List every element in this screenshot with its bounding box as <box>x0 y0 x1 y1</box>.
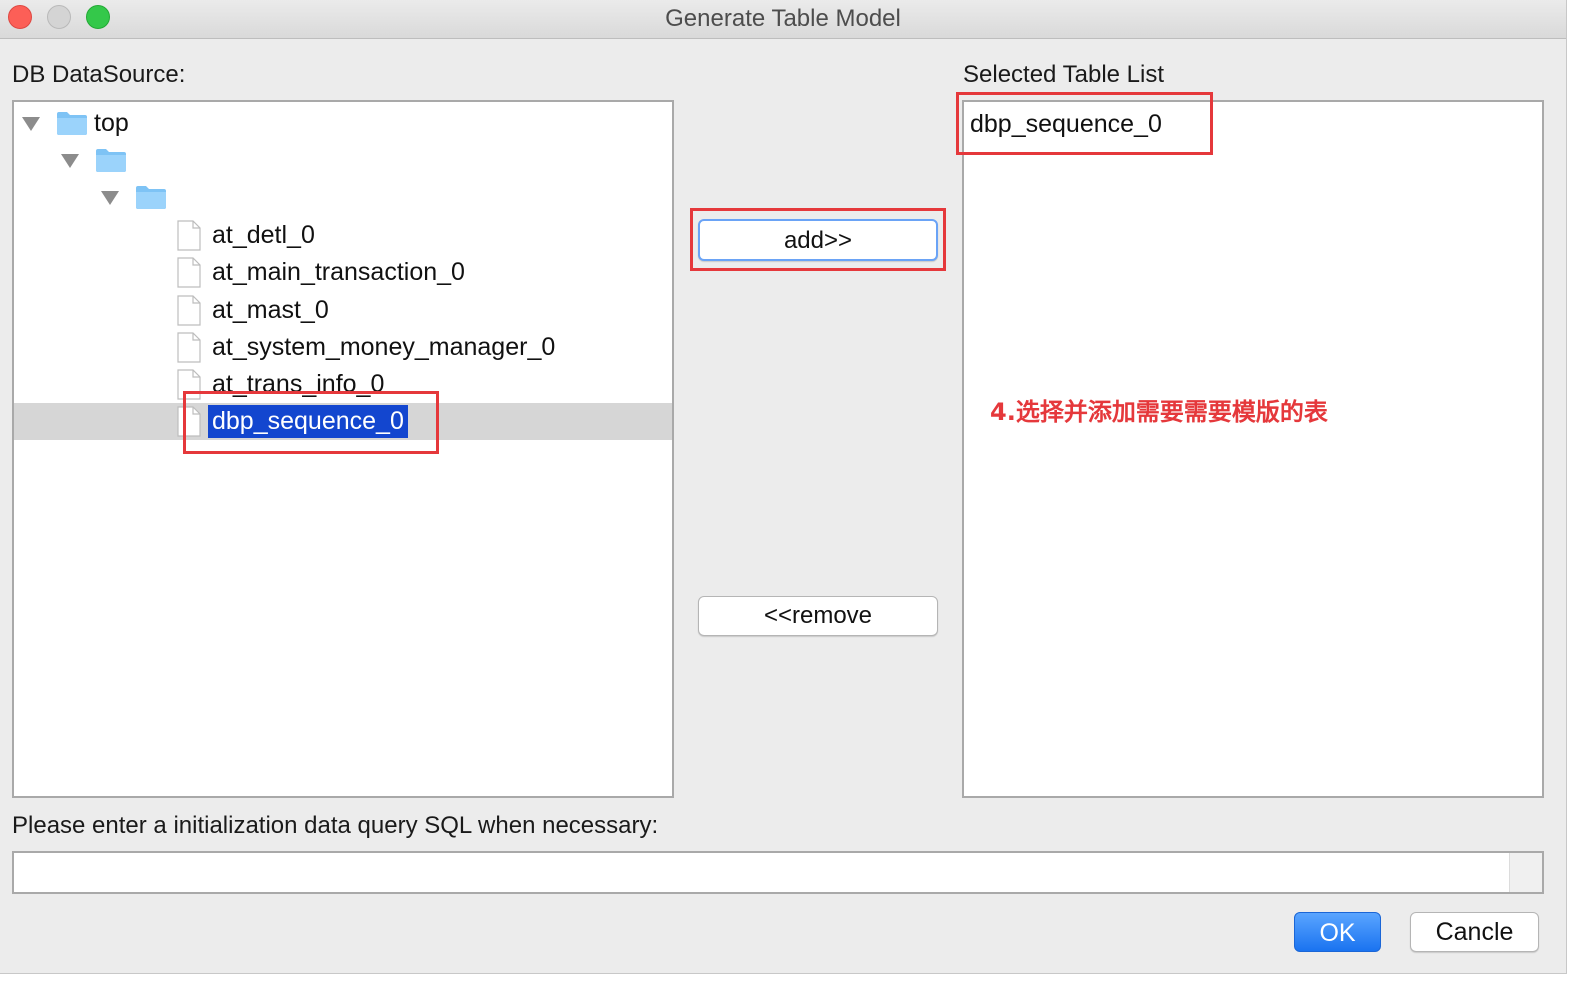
tree-node-label: at_main_transaction_0 <box>212 258 465 286</box>
dialog-window: Generate Table Model DB DataSource: Sele… <box>0 0 1567 974</box>
folder-icon <box>96 149 126 172</box>
datasource-label: DB DataSource: <box>12 61 186 88</box>
tree-node-table[interactable]: at_detl_0 <box>14 217 672 254</box>
selected-table-list[interactable]: dbp_sequence_0 <box>962 100 1544 798</box>
tree-node-label: at_trans_info_0 <box>212 370 385 398</box>
sql-scrollbar[interactable] <box>1509 853 1542 892</box>
title-bar: Generate Table Model <box>0 0 1566 39</box>
window-title: Generate Table Model <box>665 5 901 32</box>
tree-node-table[interactable]: at_mast_0 <box>14 292 672 329</box>
file-icon <box>177 295 201 326</box>
disclosure-triangle-icon[interactable] <box>61 154 79 168</box>
file-icon <box>177 220 201 251</box>
tree-node-table[interactable]: at_trans_info_0 <box>14 366 672 403</box>
tree-node-label: at_mast_0 <box>212 296 329 324</box>
tree-node-root[interactable]: top <box>14 105 672 142</box>
tree-node-folder[interactable] <box>14 142 672 179</box>
datasource-tree[interactable]: top at_detl_0 at_main_transaction_0 at_m… <box>12 100 674 798</box>
tree-node-folder[interactable] <box>14 179 672 216</box>
tree-node-table[interactable]: at_main_transaction_0 <box>14 254 672 291</box>
tree-node-table-selected[interactable]: dbp_sequence_0 <box>14 403 672 440</box>
file-icon <box>177 369 201 400</box>
tree-node-table[interactable]: at_system_money_manager_0 <box>14 329 672 366</box>
file-icon <box>177 257 201 288</box>
add-button[interactable]: add>> <box>698 219 938 261</box>
folder-icon <box>136 186 166 209</box>
disclosure-triangle-icon[interactable] <box>22 117 40 131</box>
disclosure-triangle-icon[interactable] <box>101 191 119 205</box>
annotation-text: 4.选择并添加需要需要模版的表 <box>990 398 1328 426</box>
tree-node-label: dbp_sequence_0 <box>208 405 408 438</box>
remove-button[interactable]: <<remove <box>698 596 938 636</box>
folder-icon <box>57 112 87 135</box>
file-icon <box>177 406 201 437</box>
selected-table-list-label: Selected Table List <box>963 61 1165 88</box>
sql-field <box>12 851 1544 894</box>
cancel-button[interactable]: Cancle <box>1410 912 1539 952</box>
tree-node-label: top <box>94 109 129 137</box>
tree-node-label: at_detl_0 <box>212 221 315 249</box>
ok-button[interactable]: OK <box>1294 912 1381 952</box>
file-icon <box>177 332 201 363</box>
sql-label: Please enter a initialization data query… <box>12 812 659 839</box>
tree-node-label: at_system_money_manager_0 <box>212 333 556 361</box>
list-item[interactable]: dbp_sequence_0 <box>970 106 1162 143</box>
sql-input[interactable] <box>14 853 1510 892</box>
